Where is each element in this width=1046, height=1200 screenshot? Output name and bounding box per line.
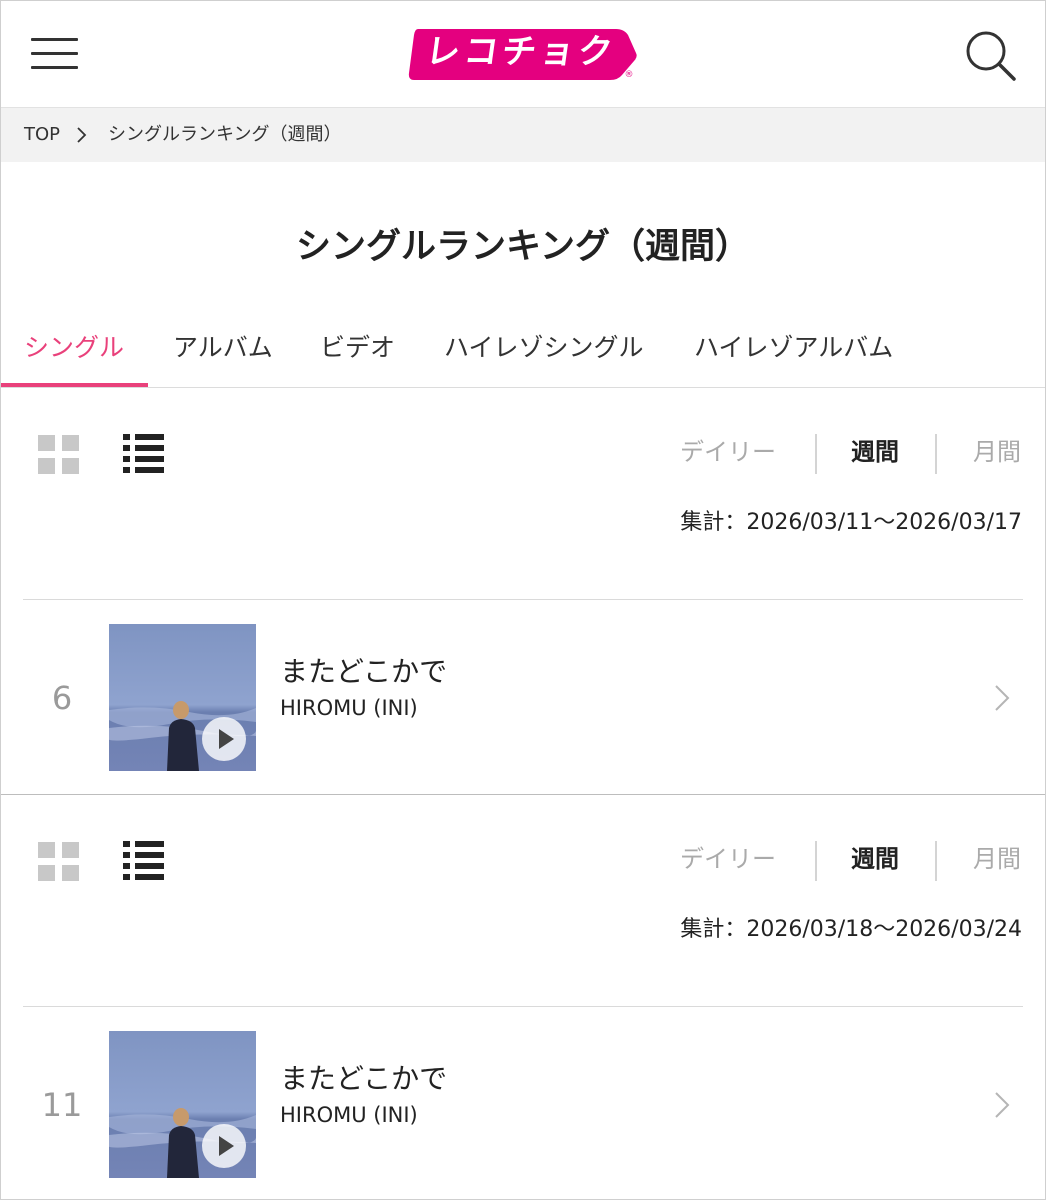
grid-view-icon[interactable] [38,435,80,475]
registered-mark: ® [624,70,634,80]
play-icon[interactable] [201,1123,247,1169]
period-daily[interactable]: デイリー [680,432,776,472]
list-view-icon[interactable] [123,434,165,474]
period-monthly[interactable]: 月間 [973,839,1021,879]
chevron-right-icon[interactable] [992,682,1012,714]
breadcrumb: TOP シングルランキング（週間） [0,108,1046,162]
tab-single[interactable]: シングル [24,326,124,370]
recochoku-logo[interactable]: レコチョク [404,25,638,85]
tab-video[interactable]: ビデオ [320,326,395,370]
period-weekly[interactable]: 週間 [851,839,899,879]
tab-album[interactable]: アルバム [173,326,273,370]
grid-view-icon[interactable] [38,842,80,882]
period-divider [935,841,937,881]
album-jacket[interactable] [109,1031,256,1178]
song-title[interactable]: またどこかで [280,1061,447,1097]
search-icon[interactable] [964,30,1018,82]
ranking-section: デイリー 週間 月間 集計：2026/03/18〜2026/03/24 11 ま… [0,794,1046,1200]
list-view-icon[interactable] [123,841,165,881]
tab-hires-single[interactable]: ハイレゾシングル [444,326,644,370]
page-title: シングルランキング（週間） [296,227,750,267]
song-artist[interactable]: HIROMU (INI) [280,694,418,722]
play-icon[interactable] [201,716,247,762]
rank-number: 11 [41,1086,83,1124]
period-divider [935,434,937,474]
song-title[interactable]: またどこかで [280,654,447,690]
chevron-right-icon[interactable] [992,1089,1012,1121]
period-monthly[interactable]: 月間 [973,432,1021,472]
ranking-section: デイリー 週間 月間 集計：2026/03/11〜2026/03/17 6 また… [0,388,1046,794]
period-weekly[interactable]: 週間 [851,432,899,472]
aggregation-period: 集計：2026/03/18〜2026/03/24 [680,917,1022,942]
active-tab-indicator [0,383,148,387]
breadcrumb-current: シングルランキング（週間） [108,124,342,145]
site-header: レコチョク ® [0,0,1046,108]
song-artist[interactable]: HIROMU (INI) [280,1101,418,1129]
hamburger-bar [31,66,78,69]
divider [23,1006,1023,1007]
period-daily[interactable]: デイリー [680,839,776,879]
category-tabs: シングル アルバム ビデオ ハイレゾシングル ハイレゾアルバム [0,310,1046,388]
aggregation-period: 集計：2026/03/11〜2026/03/17 [680,510,1022,535]
rank-number: 6 [51,679,73,717]
logo-text: レコチョク [423,32,619,72]
hamburger-menu-icon[interactable] [31,38,79,72]
period-divider [815,434,817,474]
chevron-right-icon [75,124,89,146]
album-jacket[interactable] [109,624,256,771]
divider [23,599,1023,600]
hamburger-bar [31,38,78,41]
period-divider [815,841,817,881]
breadcrumb-top-link[interactable]: TOP [24,124,60,146]
hamburger-bar [31,52,78,55]
tab-hires-album[interactable]: ハイレゾアルバム [694,326,893,370]
